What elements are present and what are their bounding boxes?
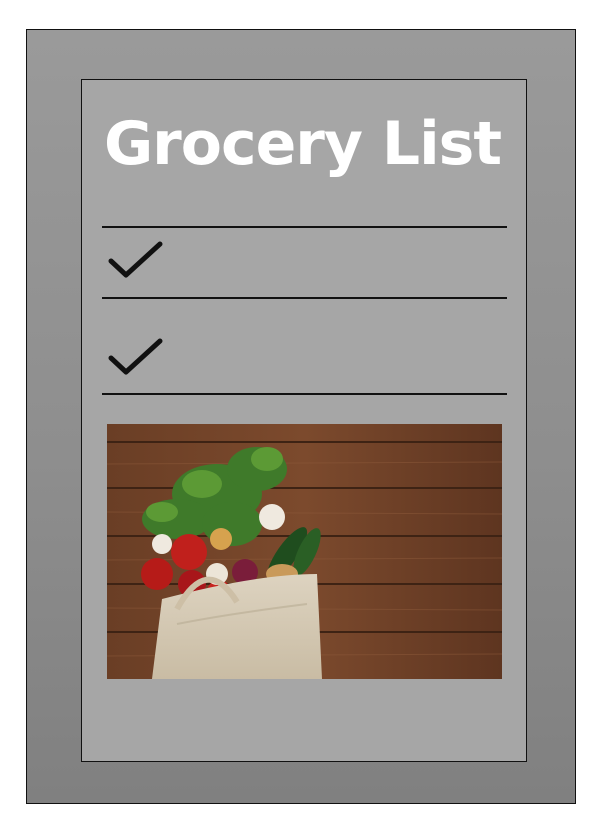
groceries-bag-photo: [107, 424, 502, 679]
divider-line: [102, 393, 507, 395]
checkmark-icon[interactable]: [108, 337, 164, 377]
page-title: Grocery List: [103, 109, 502, 179]
divider-line: [102, 297, 507, 299]
checkmark-icon[interactable]: [108, 240, 164, 280]
divider-line: [102, 226, 507, 228]
